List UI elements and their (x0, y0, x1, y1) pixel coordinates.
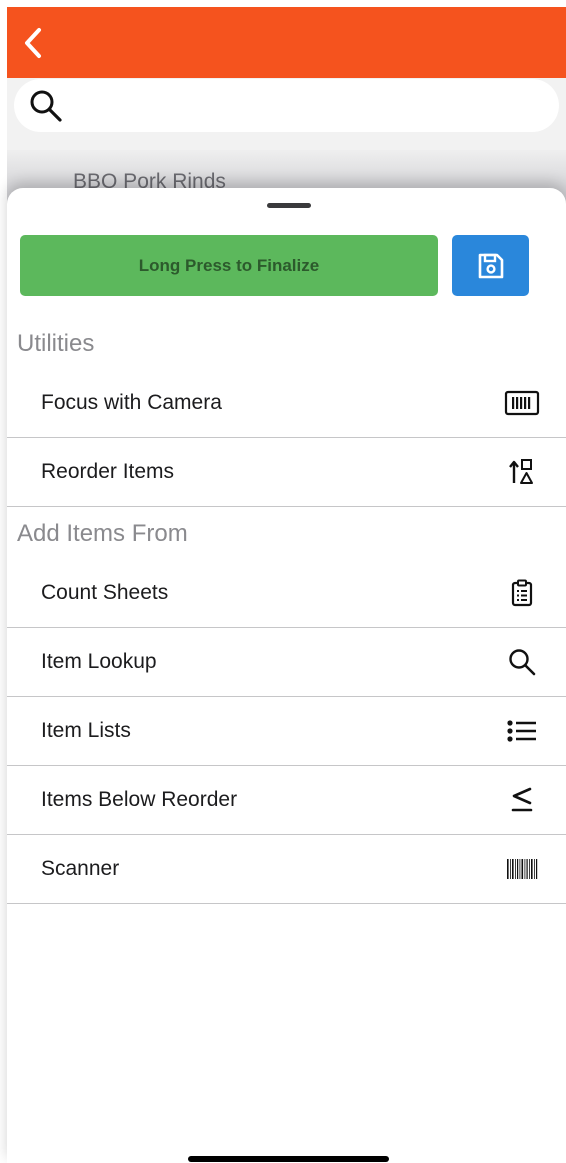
save-button[interactable] (452, 235, 529, 296)
menu-item-item-lookup[interactable]: Item Lookup (7, 628, 566, 697)
back-button[interactable] (15, 25, 51, 61)
chevron-left-icon (25, 28, 41, 58)
menu-item-label: Count Sheets (41, 581, 169, 604)
section-header-add-items-from: Add Items From (17, 520, 188, 547)
search-input[interactable] (14, 79, 559, 132)
list-icon (502, 711, 542, 751)
clipboard-icon (502, 573, 542, 613)
menu-item-scanner[interactable]: Scanner (7, 835, 566, 904)
barcode-icon (502, 849, 542, 889)
menu-item-count-sheets[interactable]: Count Sheets (7, 559, 566, 628)
less-than-equal-icon (502, 780, 542, 820)
menu-item-label: Scanner (41, 857, 120, 880)
menu-item-label: Focus with Camera (41, 391, 222, 414)
menu-item-item-lists[interactable]: Item Lists (7, 697, 566, 766)
reorder-icon (502, 452, 542, 492)
sheet-grab-handle[interactable] (267, 203, 311, 208)
menu-item-label: Reorder Items (41, 460, 175, 483)
screen: BBQ Pork Rinds Long Press to Finalize Ut… (0, 0, 566, 1163)
camera-focus-icon (502, 383, 542, 423)
menu-item-label: Item Lookup (41, 650, 157, 673)
home-indicator[interactable] (188, 1156, 389, 1162)
finalize-button[interactable]: Long Press to Finalize (20, 235, 438, 296)
menu-item-items-below-reorder[interactable]: Items Below Reorder (7, 766, 566, 835)
search-icon (502, 642, 542, 682)
search-area (7, 78, 566, 150)
search-icon (28, 87, 66, 125)
menu-item-label: Items Below Reorder (41, 788, 238, 811)
menu-item-reorder-items[interactable]: Reorder Items (7, 438, 566, 507)
action-sheet: Long Press to Finalize Utilities Focus w… (7, 188, 566, 1163)
menu-item-focus-with-camera[interactable]: Focus with Camera (7, 369, 566, 438)
section-header-utilities: Utilities (17, 330, 95, 357)
floppy-disk-icon (478, 253, 503, 278)
nav-bar (7, 7, 566, 78)
menu-item-label: Item Lists (41, 719, 131, 742)
